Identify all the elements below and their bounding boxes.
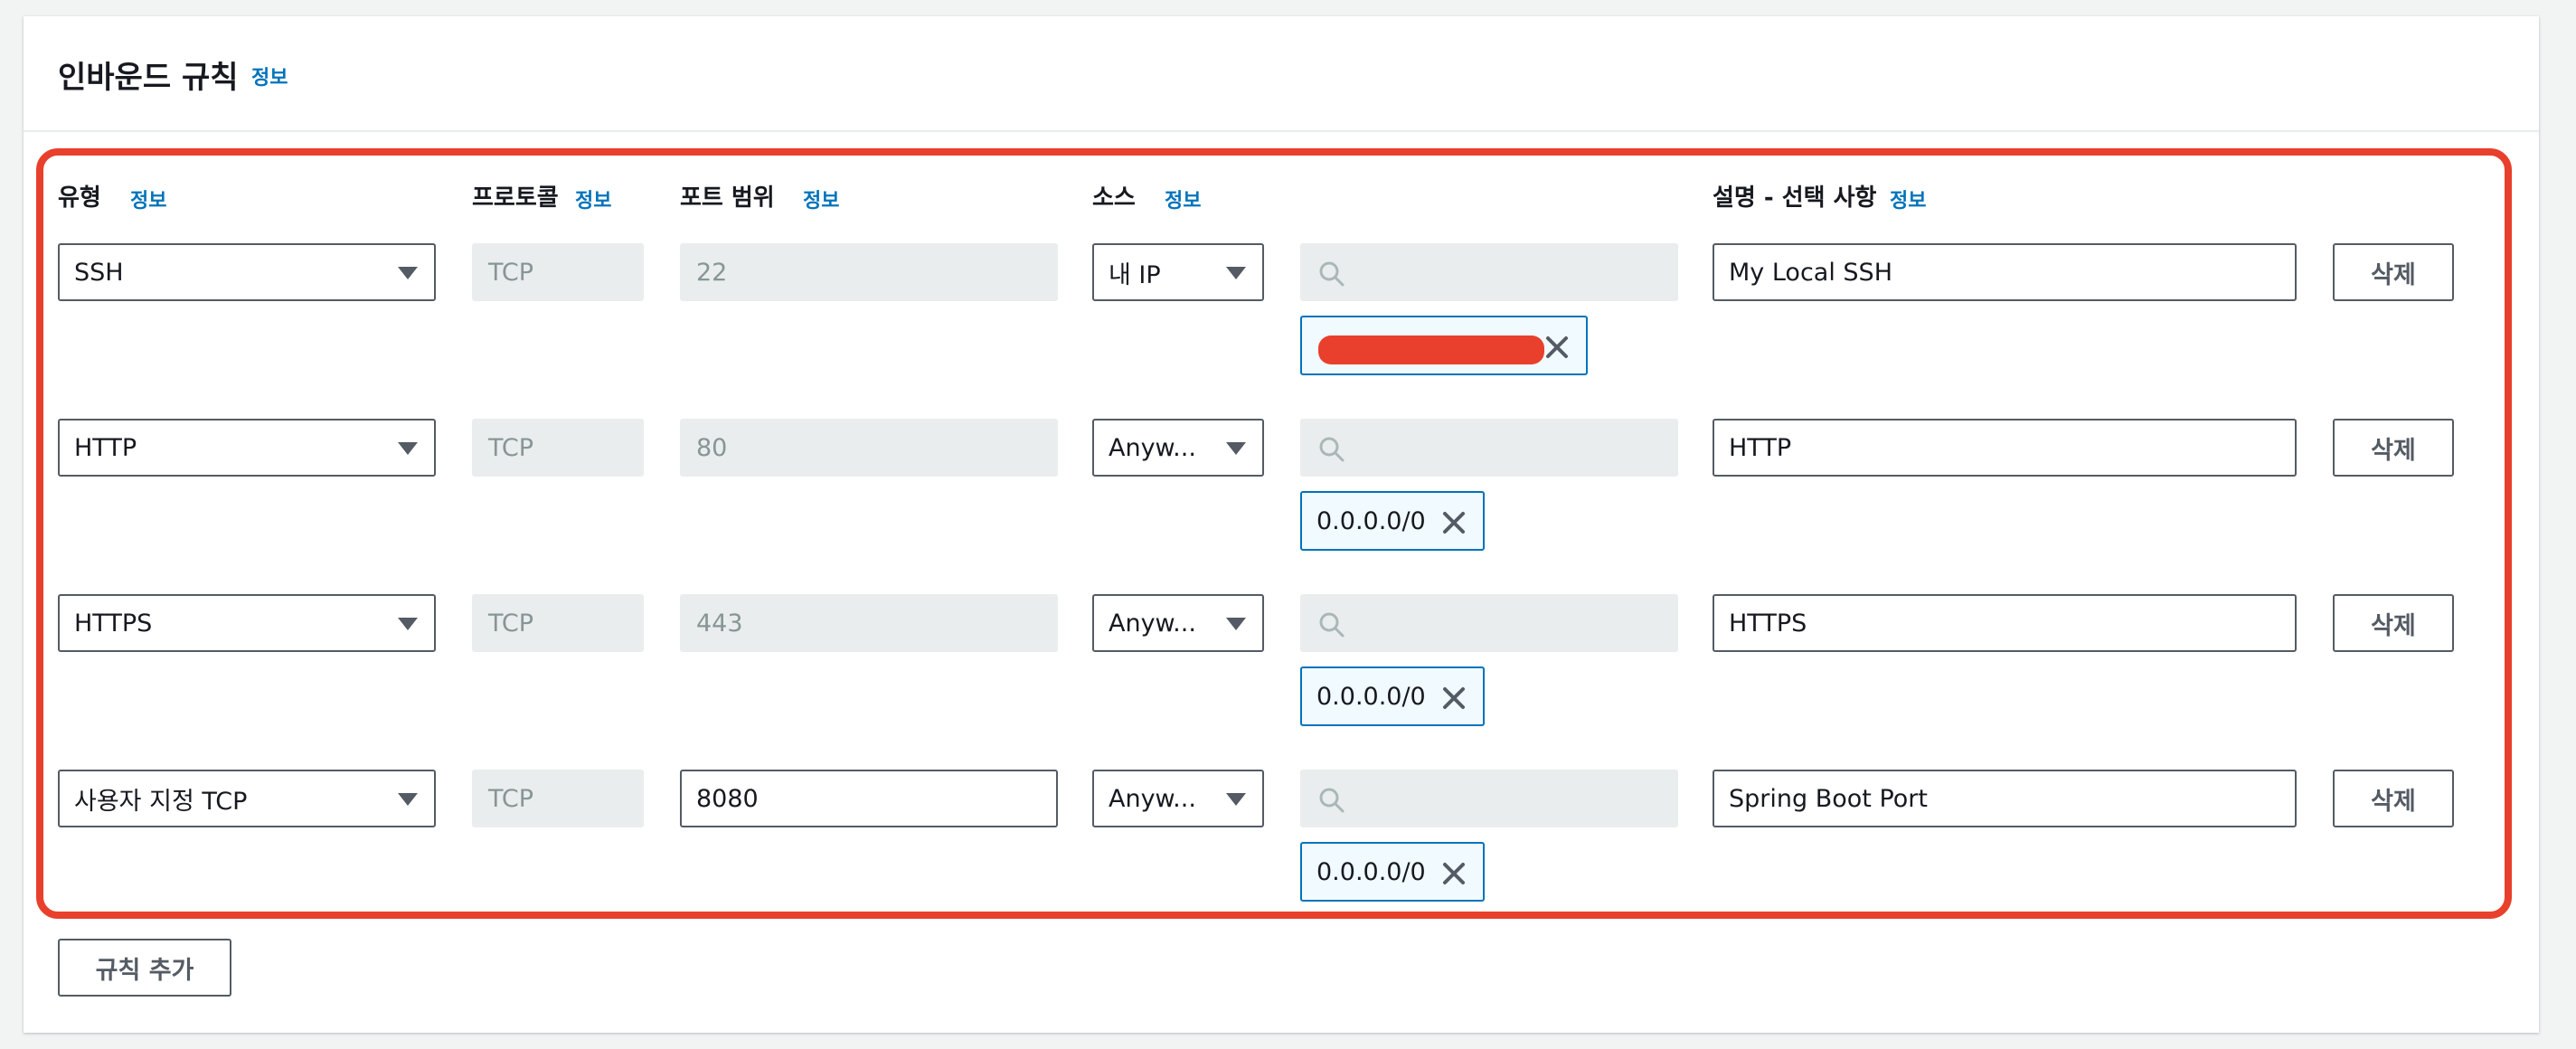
column-info-source[interactable]: 정보 bbox=[1165, 184, 1201, 213]
delete-rule-button[interactable]: 삭제 bbox=[2333, 594, 2454, 652]
source-token: 0.0.0.0/0 bbox=[1300, 666, 1485, 726]
column-info-port-range[interactable]: 정보 bbox=[803, 184, 839, 213]
source-select[interactable]: Anyw... bbox=[1092, 770, 1264, 827]
caret-down-icon bbox=[398, 442, 418, 455]
panel-header: 인바운드 규칙 정보 bbox=[24, 16, 2539, 132]
protocol-field: TCP bbox=[472, 243, 644, 301]
close-icon[interactable] bbox=[1543, 333, 1571, 362]
source-select[interactable]: Anyw... bbox=[1092, 419, 1264, 477]
source-token: 0.0.0.0/0 bbox=[1300, 491, 1485, 551]
port-range-field: 80 bbox=[680, 419, 1058, 477]
type-select-value: SSH bbox=[74, 258, 124, 287]
column-info-type[interactable]: 정보 bbox=[130, 184, 166, 213]
caret-down-icon bbox=[1226, 618, 1246, 630]
source-token: 0.0.0.0/0 bbox=[1300, 842, 1485, 902]
column-header-protocol: 프로토콜 bbox=[472, 184, 559, 212]
source-search-input[interactable] bbox=[1300, 419, 1678, 477]
type-select-value: HTTP bbox=[74, 433, 137, 462]
source-select[interactable]: 내 IP bbox=[1092, 243, 1264, 301]
search-icon bbox=[1319, 788, 1345, 813]
protocol-field: TCP bbox=[472, 419, 644, 477]
source-select-value: Anyw... bbox=[1109, 784, 1196, 813]
delete-rule-button[interactable]: 삭제 bbox=[2333, 770, 2454, 827]
description-input[interactable]: My Local SSH bbox=[1713, 243, 2297, 301]
close-icon[interactable] bbox=[1439, 859, 1468, 888]
type-select[interactable]: HTTP bbox=[58, 419, 436, 477]
column-header-description: 설명 - 선택 사항 bbox=[1713, 184, 1877, 212]
description-input[interactable]: HTTPS bbox=[1713, 594, 2297, 652]
delete-rule-button[interactable]: 삭제 bbox=[2333, 243, 2454, 301]
source-search-input[interactable] bbox=[1300, 594, 1678, 652]
type-select-value: HTTPS bbox=[74, 609, 153, 638]
port-range-field: 443 bbox=[680, 594, 1058, 652]
source-token-value: 0.0.0.0/0 bbox=[1316, 682, 1426, 711]
inbound-rules-panel: 인바운드 규칙 정보 유형 정보 프로토콜 정보 포트 범위 정보 소스 정보 … bbox=[24, 16, 2539, 1033]
search-icon bbox=[1319, 612, 1345, 638]
protocol-field: TCP bbox=[472, 594, 644, 652]
caret-down-icon bbox=[398, 618, 418, 630]
description-input[interactable]: Spring Boot Port bbox=[1713, 770, 2297, 827]
caret-down-icon bbox=[398, 267, 418, 279]
column-header-source: 소스 bbox=[1092, 184, 1136, 212]
source-select[interactable]: Anyw... bbox=[1092, 594, 1264, 652]
type-select[interactable]: SSH bbox=[58, 243, 436, 301]
search-icon bbox=[1319, 261, 1345, 287]
source-token-value: 0.0.0.0/0 bbox=[1316, 857, 1426, 886]
column-header-port-range: 포트 범위 bbox=[680, 184, 775, 212]
protocol-field: TCP bbox=[472, 770, 644, 827]
close-icon[interactable] bbox=[1439, 684, 1468, 713]
panel-info-link[interactable]: 정보 bbox=[251, 61, 288, 90]
column-header-type: 유형 bbox=[58, 184, 101, 212]
caret-down-icon bbox=[1226, 267, 1246, 279]
caret-down-icon bbox=[398, 793, 418, 806]
source-token-value: 0.0.0.0/0 bbox=[1316, 506, 1426, 535]
search-icon bbox=[1319, 437, 1345, 462]
close-icon[interactable] bbox=[1439, 508, 1468, 537]
source-select-value: Anyw... bbox=[1109, 609, 1196, 638]
port-range-field: 22 bbox=[680, 243, 1058, 301]
column-info-description[interactable]: 정보 bbox=[1890, 184, 1926, 213]
description-input[interactable]: HTTP bbox=[1713, 419, 2297, 477]
source-select-value: 내 IP bbox=[1109, 260, 1161, 289]
caret-down-icon bbox=[1226, 793, 1246, 806]
source-select-value: Anyw... bbox=[1109, 433, 1196, 462]
source-token bbox=[1300, 316, 1588, 375]
delete-rule-button[interactable]: 삭제 bbox=[2333, 419, 2454, 477]
panel-title: 인바운드 규칙 bbox=[58, 60, 239, 96]
source-search-input[interactable] bbox=[1300, 243, 1678, 301]
redacted-ip bbox=[1318, 335, 1544, 364]
source-search-input[interactable] bbox=[1300, 770, 1678, 827]
type-select[interactable]: 사용자 지정 TCP bbox=[58, 770, 436, 827]
column-info-protocol[interactable]: 정보 bbox=[575, 184, 611, 213]
type-select-value: 사용자 지정 TCP bbox=[74, 787, 248, 816]
port-range-input[interactable]: 8080 bbox=[680, 770, 1058, 827]
caret-down-icon bbox=[1226, 442, 1246, 455]
type-select[interactable]: HTTPS bbox=[58, 594, 436, 652]
add-rule-button[interactable]: 규칙 추가 bbox=[58, 939, 231, 997]
